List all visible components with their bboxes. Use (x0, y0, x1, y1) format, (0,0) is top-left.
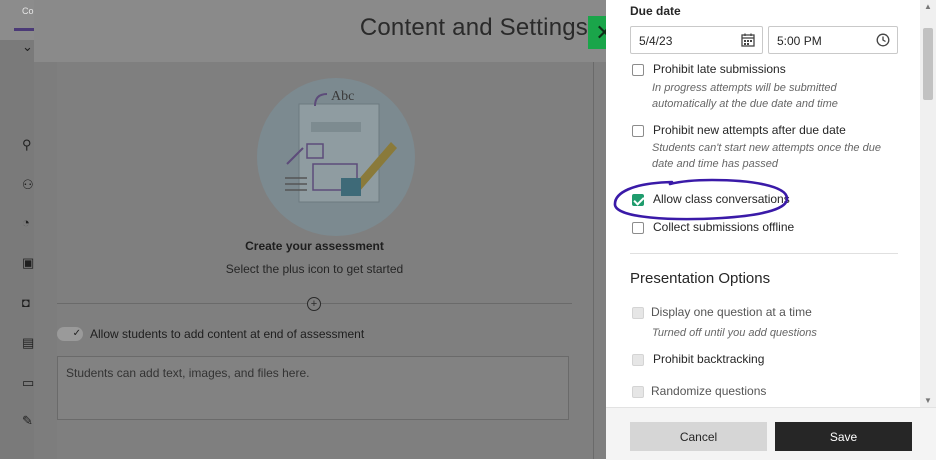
prohibit-late-submissions-checkbox[interactable] (632, 64, 644, 76)
display-one-question-label: Display one question at a time (651, 305, 812, 319)
scroll-thumb[interactable] (923, 28, 933, 100)
due-date-value: 5/4/23 (639, 34, 673, 48)
content-settings-backdrop: Content and Settings Abc Create your ass… (34, 0, 606, 459)
due-date-label: Due date (630, 4, 681, 18)
group-icon[interactable]: ⚇ (22, 178, 34, 192)
prohibit-new-attempts-help: Students can't start new attempts once t… (652, 142, 881, 170)
save-button[interactable]: Save (775, 422, 912, 451)
due-time-input[interactable]: 5:00 PM (768, 26, 898, 54)
add-content-plus-icon[interactable]: + (307, 297, 321, 311)
scroll-up-arrow-icon[interactable]: ▲ (924, 2, 932, 11)
collect-submissions-offline-checkbox[interactable] (632, 222, 644, 234)
display-one-question-help: Turned off until you add questions (652, 327, 817, 339)
illustration-abc-text: Abc (331, 89, 354, 104)
document-icon[interactable]: ▤ (22, 336, 34, 350)
assessment-canvas: Abc Create your assessment Select the pl… (57, 62, 606, 459)
page-title: Content and Settings (359, 14, 588, 41)
app-navigation-strip: Co ⌄ ⚲ ⚇ ◔ ▣ ◘ ▤ ▭ ✎ (0, 0, 34, 459)
due-date-input[interactable]: 5/4/23 (630, 26, 763, 54)
chevron-icon[interactable]: ⌄ (22, 40, 34, 54)
section-divider (630, 253, 898, 254)
active-tab-indicator (14, 28, 34, 31)
check-icon: ✓ (72, 328, 81, 339)
clock-icon[interactable]: ◔ (22, 216, 34, 230)
prohibit-new-attempts-checkbox[interactable] (632, 125, 644, 137)
chat-icon[interactable]: ▭ (22, 376, 34, 390)
scroll-down-arrow-icon[interactable]: ▼ (924, 396, 932, 405)
settings-scrollbar[interactable]: ▲ ▼ (920, 0, 936, 407)
assessment-illustration: Abc (257, 78, 415, 236)
allow-content-label: Allow students to add content at end of … (90, 327, 365, 341)
randomize-questions-checkbox[interactable] (632, 386, 644, 398)
create-assessment-subtext: Select the plus icon to get started (225, 262, 404, 276)
textarea-placeholder: Students can add text, images, and files… (66, 366, 310, 380)
settings-panel: Due date 5/4/23 5:00 PM Prohibit late su… (606, 0, 920, 407)
backdrop-header: Content and Settings (34, 0, 606, 62)
backdrop-divider (593, 62, 594, 459)
course-tab[interactable]: Co (0, 0, 34, 16)
cancel-button[interactable]: Cancel (630, 422, 767, 451)
pencil-icon[interactable]: ✎ (22, 414, 34, 428)
student-content-textarea[interactable]: Students can add text, images, and files… (57, 356, 569, 420)
image-icon[interactable]: ▣ (22, 256, 34, 270)
calendar-icon[interactable] (741, 33, 755, 47)
prohibit-backtracking-label: Prohibit backtracking (653, 352, 765, 366)
randomize-questions-label: Randomize questions (651, 384, 767, 398)
panel-footer: Cancel Save (606, 407, 936, 460)
presentation-options-heading: Presentation Options (630, 270, 771, 287)
illustration-graphic: Abc (285, 89, 397, 203)
lock-icon[interactable]: ◘ (22, 296, 34, 310)
clock-icon[interactable] (876, 33, 890, 47)
allow-content-toggle[interactable]: ✓ (57, 327, 83, 341)
person-icon[interactable]: ⚲ (22, 138, 34, 152)
prohibit-late-submissions-label: Prohibit late submissions (653, 62, 786, 76)
allow-class-conversations-label: Allow class conversations (653, 192, 790, 206)
allow-class-conversations-checkbox[interactable] (632, 194, 644, 206)
due-time-value: 5:00 PM (777, 34, 822, 48)
prohibit-new-attempts-label: Prohibit new attempts after due date (653, 123, 846, 137)
display-one-question-checkbox[interactable] (632, 307, 644, 319)
collect-submissions-offline-label: Collect submissions offline (653, 220, 795, 234)
prohibit-late-submissions-help: In progress attempts will be submitted a… (652, 82, 838, 110)
create-assessment-heading: Create your assessment (245, 239, 384, 253)
prohibit-backtracking-checkbox[interactable] (632, 354, 644, 366)
